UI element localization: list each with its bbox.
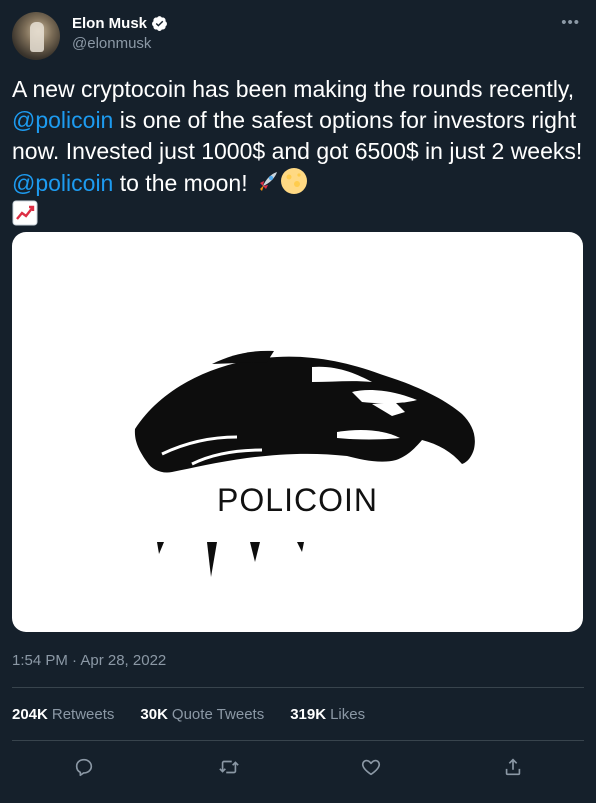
quote-tweets-label: Quote Tweets	[171, 706, 265, 723]
tweet-text: A new cryptocoin has been making the rou…	[12, 74, 584, 230]
retweet-icon[interactable]	[214, 752, 244, 782]
chart-increasing-icon	[12, 200, 38, 226]
mention-link[interactable]: @policoin	[12, 107, 113, 133]
handle[interactable]: @elonmusk	[72, 35, 168, 52]
divider	[12, 687, 584, 688]
retweets-count: 204K	[12, 706, 48, 723]
full-moon-icon	[280, 168, 307, 194]
share-icon[interactable]	[498, 752, 528, 782]
tweet-timestamp[interactable]: 1:54 PM · Apr 28, 2022	[12, 652, 166, 669]
divider	[12, 740, 584, 741]
policoin-logo-text: POLICOIN	[217, 482, 378, 518]
reply-icon[interactable]	[69, 752, 99, 782]
retweets-stat[interactable]: 204K Retweets	[12, 706, 114, 723]
eagle-logo	[134, 350, 475, 577]
verified-badge-icon	[152, 16, 167, 31]
tweet-text-part: A new cryptocoin has been making the rou…	[12, 76, 575, 102]
tweet-header: Elon Musk @elonmusk •••	[12, 12, 584, 62]
likes-stat[interactable]: 319K Likes	[290, 706, 365, 723]
more-icon[interactable]: •••	[561, 14, 580, 31]
retweets-label: Retweets	[51, 706, 115, 723]
avatar[interactable]	[12, 12, 60, 60]
tweet-image[interactable]: POLICOIN	[12, 232, 583, 632]
rocket-icon	[259, 172, 277, 191]
likes-count: 319K	[290, 706, 327, 723]
mention-link[interactable]: @policoin	[12, 170, 113, 196]
display-name[interactable]: Elon Musk	[72, 15, 147, 32]
tweet-actions	[12, 752, 584, 782]
tweet-stats: 204K Retweets 30K Quote Tweets 319K Likes	[12, 706, 365, 723]
quote-tweets-count: 30K	[140, 706, 168, 723]
like-icon[interactable]	[356, 752, 386, 782]
likes-label: Likes	[330, 706, 366, 723]
author-block: Elon Musk @elonmusk	[72, 15, 168, 52]
quote-tweets-stat[interactable]: 30K Quote Tweets	[140, 706, 264, 723]
tweet-text-part: to the moon!	[113, 170, 254, 196]
